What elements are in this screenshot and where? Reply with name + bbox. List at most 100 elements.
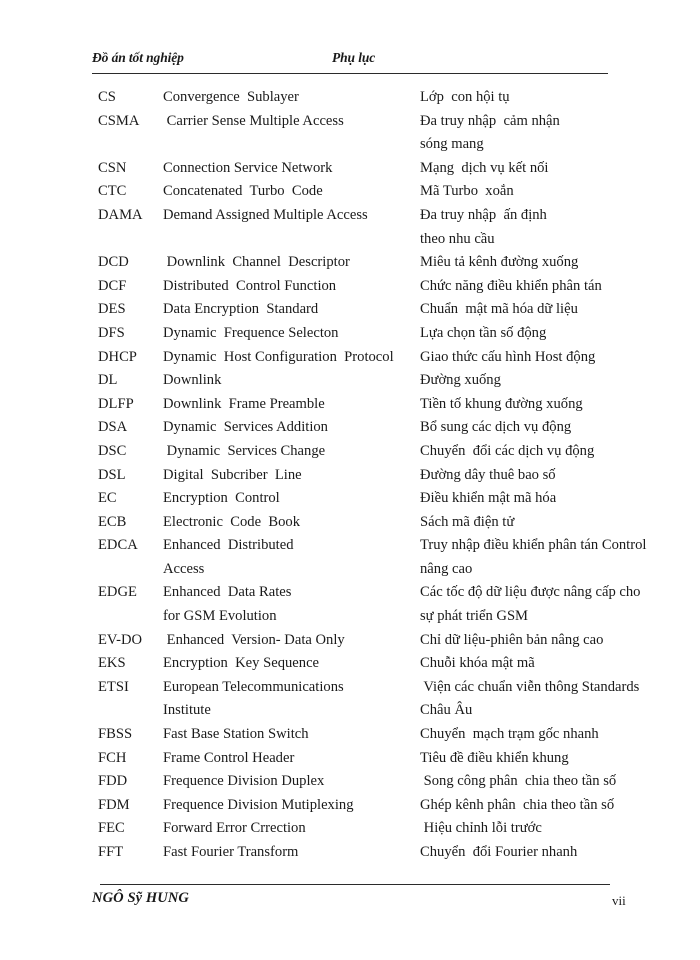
glossary-row: EV-DO Enhanced Version- Data Only Chỉ dữ … bbox=[0, 629, 700, 653]
glossary-vietnamese-meaning: Chuyển đổi các dịch vụ động bbox=[420, 442, 595, 459]
glossary-row: DSA Dynamic Services Addition Bổ sung các … bbox=[0, 416, 700, 440]
glossary-abbreviation: FEC bbox=[98, 820, 125, 837]
glossary-row: DCF Distributed Control Function Chức năng… bbox=[0, 275, 700, 299]
glossary-row: EDCA Enhanced Distributed Truy nhập điều k… bbox=[0, 534, 700, 558]
glossary-vietnamese-meaning: Miêu tả kênh đường xuống bbox=[420, 254, 579, 271]
glossary-english-term: Data Encryption Standard bbox=[163, 301, 319, 318]
glossary-vietnamese-meaning: Sách mã điện tử bbox=[420, 513, 515, 530]
glossary-row: FEC Forward Error Crrection Hiệu chỉnh lỗ… bbox=[0, 817, 700, 841]
header-thesis-title: Đồ án tốt nghiệp bbox=[92, 50, 184, 65]
glossary-vietnamese-meaning: Song công phân chia theo tần số bbox=[420, 773, 617, 790]
glossary-vietnamese-meaning: Chức năng điều khiển phân tán bbox=[420, 277, 602, 294]
glossary-abbreviation: FFT bbox=[98, 844, 124, 860]
glossary-abbreviation: DAMA bbox=[98, 206, 143, 223]
glossary-vietnamese-meaning: Đường xuống bbox=[420, 372, 501, 389]
document-page: Đồ án tốt nghiệp Phụ lục CS Convergence S… bbox=[0, 0, 700, 960]
glossary-vietnamese-meaning: nâng cao bbox=[420, 560, 473, 577]
header-section-title: Phụ lục bbox=[332, 50, 376, 65]
glossary-row: sóng mang bbox=[0, 133, 700, 157]
glossary-english-term: Institute bbox=[163, 702, 211, 719]
glossary-vietnamese-meaning: Truy nhập điều khiển phân tán Control bbox=[420, 537, 647, 554]
glossary-abbreviation: CTC bbox=[98, 183, 127, 200]
glossary-abbreviation: FCH bbox=[98, 749, 127, 766]
glossary-english-term: Encryption Key Sequence bbox=[163, 655, 320, 672]
glossary-vietnamese-meaning: sự phát triển GSM bbox=[420, 608, 529, 625]
glossary-abbreviation: EV-DO bbox=[98, 631, 143, 648]
abbreviation-glossary-list: CS Convergence Sublayer Lớp con hội tụ CSMA… bbox=[0, 86, 700, 865]
glossary-row: for GSM Evolution sự phát triển GSM bbox=[0, 605, 700, 629]
glossary-abbreviation: EDGE bbox=[98, 584, 137, 601]
glossary-vietnamese-meaning: sóng mang bbox=[420, 136, 484, 153]
glossary-english-term: Downlink Channel Descriptor bbox=[163, 254, 350, 271]
glossary-row: FCH Frame Control Header Tiêu đề điều khiể… bbox=[0, 747, 700, 771]
glossary-english-term: Frame Control Header bbox=[163, 749, 295, 766]
glossary-english-term: Dynamic Host Configuration Protocol bbox=[163, 348, 394, 365]
glossary-vietnamese-meaning: Tiêu đề điều khiển khung bbox=[420, 749, 569, 766]
glossary-vietnamese-meaning: Viện các chuẩn viễn thông Standards bbox=[420, 678, 640, 695]
glossary-abbreviation: EC bbox=[98, 490, 117, 507]
glossary-english-term: Enhanced Version- Data Only bbox=[163, 631, 345, 648]
footer-author-name: NGÔ Sỹ HUNG bbox=[92, 890, 189, 906]
glossary-english-term: Fast Fourier Transform bbox=[163, 844, 299, 860]
glossary-abbreviation: DLFP bbox=[98, 395, 134, 412]
header-divider-rule bbox=[92, 73, 608, 74]
glossary-english-term: Fast Base Station Switch bbox=[163, 726, 309, 743]
glossary-row: theo nhu cầu bbox=[0, 228, 700, 252]
glossary-row: FDD Frequence Division Duplex Song công p… bbox=[0, 770, 700, 794]
glossary-abbreviation: DFS bbox=[98, 324, 125, 341]
glossary-vietnamese-meaning: Đa truy nhập ấn định bbox=[420, 206, 547, 223]
glossary-row: CSN Connection Service Network Mạng dịch v… bbox=[0, 157, 700, 181]
glossary-row: DL Downlink Đường xuống bbox=[0, 369, 700, 393]
glossary-english-term: Frequence Division Duplex bbox=[163, 773, 325, 790]
glossary-vietnamese-meaning: Bổ sung các dịch vụ động bbox=[420, 419, 572, 436]
glossary-row: DSC Dynamic Services Change Chuyển đổi cá… bbox=[0, 440, 700, 464]
glossary-vietnamese-meaning: Đường dây thuê bao số bbox=[420, 466, 556, 483]
glossary-row: FDM Frequence Division Mutiplexing Ghép kê… bbox=[0, 794, 700, 818]
glossary-row: ECB Electronic Code Book Sách mã điện tử bbox=[0, 511, 700, 535]
glossary-abbreviation: ETSI bbox=[98, 678, 129, 695]
glossary-english-term: for GSM Evolution bbox=[163, 608, 277, 625]
footer-divider-rule bbox=[100, 884, 610, 885]
glossary-vietnamese-meaning: Lựa chọn tần số động bbox=[420, 324, 547, 341]
glossary-english-term: Enhanced Distributed bbox=[163, 537, 294, 554]
glossary-english-term: Enhanced Data Rates bbox=[163, 584, 292, 601]
glossary-abbreviation: DES bbox=[98, 301, 126, 318]
glossary-abbreviation: DL bbox=[98, 372, 118, 389]
glossary-vietnamese-meaning: Chuyển mạch trạm gốc nhanh bbox=[420, 726, 599, 743]
glossary-english-term: Downlink Frame Preamble bbox=[163, 395, 325, 412]
glossary-abbreviation: FDD bbox=[98, 773, 128, 790]
glossary-abbreviation: ECB bbox=[98, 513, 127, 530]
glossary-english-term: Encryption Control bbox=[163, 490, 280, 507]
glossary-row: EKS Encryption Key Sequence Chuỗi khóa mật… bbox=[0, 652, 700, 676]
glossary-vietnamese-meaning: Hiệu chỉnh lỗi trước bbox=[420, 820, 542, 837]
glossary-vietnamese-meaning: Chỉ dữ liệu-phiên bản nâng cao bbox=[420, 631, 604, 648]
glossary-row: EDGE Enhanced Data Rates Các tốc độ dữ liệ… bbox=[0, 581, 700, 605]
glossary-abbreviation: DCD bbox=[98, 254, 129, 271]
glossary-row: ETSI European Telecommunications Viện các… bbox=[0, 676, 700, 700]
glossary-abbreviation: EKS bbox=[98, 655, 126, 672]
running-header: Đồ án tốt nghiệp Phụ lục bbox=[92, 50, 608, 72]
glossary-row: DHCP Dynamic Host Configuration Protocol G… bbox=[0, 346, 700, 370]
glossary-english-term: Electronic Code Book bbox=[163, 513, 300, 530]
glossary-vietnamese-meaning: Chuyển đổi Fourier nhanh bbox=[420, 844, 578, 860]
glossary-abbreviation: CSMA bbox=[98, 112, 140, 129]
glossary-vietnamese-meaning: Đa truy nhập cảm nhận bbox=[420, 112, 560, 129]
glossary-row: CTC Concatenated Turbo Code Mã Turbo xoắn bbox=[0, 180, 700, 204]
glossary-vietnamese-meaning: Mạng dịch vụ kết nối bbox=[420, 159, 549, 176]
glossary-english-term: Access bbox=[163, 560, 205, 577]
glossary-vietnamese-meaning: Chuẩn mật mã hóa dữ liệu bbox=[420, 301, 578, 318]
glossary-english-term: Dynamic Services Addition bbox=[163, 419, 328, 436]
glossary-vietnamese-meaning: Lớp con hội tụ bbox=[420, 89, 510, 105]
glossary-english-term: Dynamic Frequence Selecton bbox=[163, 324, 339, 341]
glossary-row: DLFP Downlink Frame Preamble Tiền tố khung… bbox=[0, 393, 700, 417]
glossary-vietnamese-meaning: Các tốc độ dữ liệu được nâng cấp cho bbox=[420, 584, 641, 601]
glossary-abbreviation: DSL bbox=[98, 466, 126, 483]
glossary-row: DFS Dynamic Frequence Selecton Lựa chọn tầ… bbox=[0, 322, 700, 346]
glossary-english-term: Forward Error Crrection bbox=[163, 820, 306, 837]
glossary-abbreviation: CS bbox=[98, 89, 116, 105]
glossary-vietnamese-meaning: Tiền tố khung đường xuống bbox=[420, 395, 583, 412]
glossary-row: Institute Châu Âu bbox=[0, 699, 700, 723]
glossary-abbreviation: DSC bbox=[98, 442, 127, 459]
glossary-vietnamese-meaning: theo nhu cầu bbox=[420, 230, 495, 247]
glossary-abbreviation: FDM bbox=[98, 796, 130, 813]
